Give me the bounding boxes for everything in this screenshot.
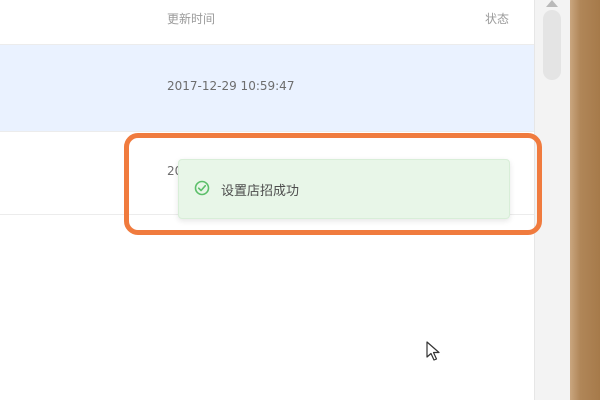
scroll-up-icon[interactable] <box>546 0 558 7</box>
side-wood-strip <box>570 0 600 400</box>
check-circle-icon <box>194 180 210 196</box>
row-update-time: 2017-12-29 10:59:47 <box>167 79 295 93</box>
table-header: 更新时间 状态 <box>0 0 534 45</box>
toast-message: 设置店招成功 <box>221 184 300 199</box>
table-row[interactable]: 2017-12-29 10:59:47 <box>0 45 534 132</box>
mouse-pointer-icon <box>426 341 440 361</box>
scroll-thumb[interactable] <box>543 10 561 80</box>
column-header-status: 状态 <box>485 12 510 26</box>
column-header-update-time: 更新时间 <box>167 12 216 26</box>
success-toast: 设置店招成功 <box>178 159 510 219</box>
